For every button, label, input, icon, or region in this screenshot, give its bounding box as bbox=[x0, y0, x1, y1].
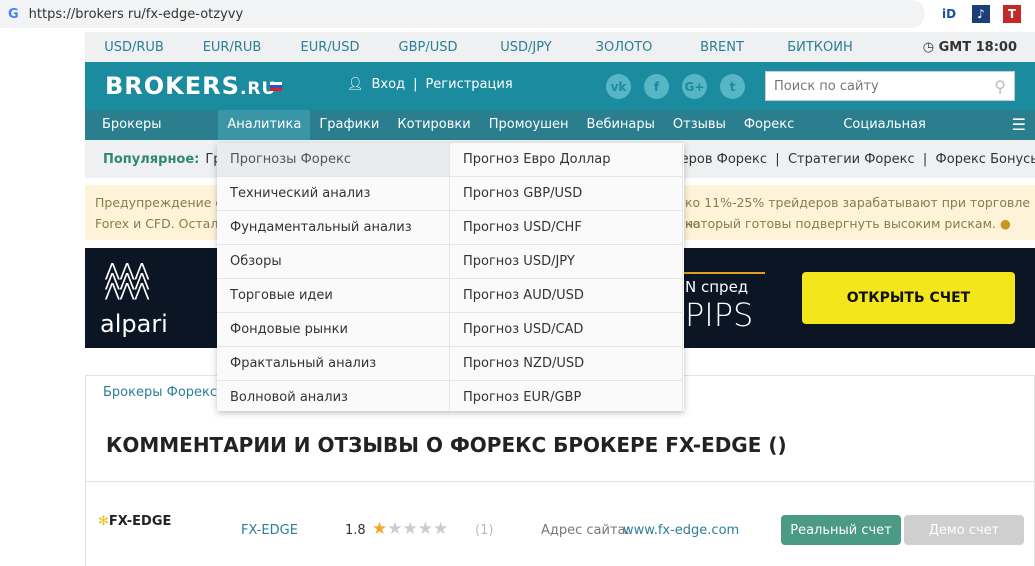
currency-link[interactable]: GBP/USD bbox=[379, 40, 477, 55]
currency-link[interactable]: USD/RUB bbox=[85, 40, 183, 55]
dropdown-column: Прогноз Евро Доллар Прогноз GBP/USD Прог… bbox=[450, 143, 683, 411]
nav-item[interactable]: Форекс Блог bbox=[735, 110, 834, 162]
nav-item[interactable]: Котировки bbox=[388, 110, 479, 140]
google-icon: G bbox=[8, 6, 19, 22]
menu-item[interactable]: Обзоры bbox=[217, 245, 449, 279]
broker-row: ✻FX-EDGE FX-EDGE 1.8 ★★★★★ (1) Адрес сай… bbox=[85, 481, 1035, 566]
site-label: Адрес сайта: bbox=[541, 523, 630, 538]
register-link[interactable]: Регистрация bbox=[425, 77, 512, 92]
vk-icon[interactable]: vk bbox=[606, 74, 631, 99]
currency-bar: USD/RUB EUR/RUB EUR/USD GBP/USD USD/JPY … bbox=[85, 32, 1035, 62]
star-icon: ★ bbox=[402, 519, 418, 539]
nav-item-analytics[interactable]: Аналитика bbox=[218, 110, 311, 140]
menu-item[interactable]: Прогноз EUR/GBP bbox=[450, 381, 682, 411]
menu-item[interactable]: Фундаментальный анализ bbox=[217, 211, 449, 245]
twitter-icon[interactable]: t bbox=[720, 74, 745, 99]
currency-link[interactable]: БИТКОИН bbox=[771, 40, 869, 55]
nav-item[interactable]: Брокеры Форекс bbox=[93, 110, 218, 162]
rating-stars[interactable]: ★★★★★ bbox=[372, 519, 448, 539]
banner-text: PIPS bbox=[685, 296, 754, 334]
menu-item[interactable]: Технический анализ bbox=[217, 177, 449, 211]
broker-logo: ✻FX-EDGE bbox=[98, 514, 172, 529]
banner-text: N спред bbox=[685, 278, 749, 296]
info-icon[interactable]: ● bbox=[1000, 216, 1011, 231]
menu-item[interactable]: Прогноз USD/JPY bbox=[450, 245, 682, 279]
banner-brand: alpari bbox=[100, 310, 168, 338]
nav-item[interactable]: Социальная торговля bbox=[834, 110, 992, 162]
menu-item[interactable]: Прогноз USD/CAD bbox=[450, 313, 682, 347]
search-icon[interactable]: ⚲ bbox=[994, 77, 1006, 96]
nav-item[interactable]: Графики bbox=[310, 110, 388, 140]
clock-icon: ◷ bbox=[922, 39, 939, 55]
dropdown-column: Прогнозы Форекс Технический анализ Фунда… bbox=[217, 143, 450, 411]
menu-item[interactable]: Прогноз GBP/USD bbox=[450, 177, 682, 211]
address-bar[interactable]: Ghttps://brokers ru/fx-edge-otzyvy bbox=[0, 0, 925, 28]
alpari-logo-icon: ⋀⋀⋀ ⋀⋀⋀ ⋀⋀⋀ bbox=[105, 260, 150, 301]
login-link[interactable]: Вход bbox=[372, 77, 406, 92]
menu-item[interactable]: Торговые идеи bbox=[217, 279, 449, 313]
menu-item[interactable]: Фондовые рынки bbox=[217, 313, 449, 347]
facebook-icon[interactable]: f bbox=[644, 74, 669, 99]
menu-item[interactable]: Прогноз USD/CHF bbox=[450, 211, 682, 245]
menu-item[interactable]: Волновой анализ bbox=[217, 381, 449, 411]
main-nav: Брокеры Форекс Аналитика Графики Котиров… bbox=[85, 110, 1035, 162]
language-flag-icon[interactable] bbox=[270, 82, 282, 91]
currency-link[interactable]: ЗОЛОТО bbox=[575, 40, 673, 55]
gmt-time: ◷ GMT 18:00 bbox=[922, 39, 1017, 55]
search-input[interactable]: Поиск по сайту ⚲ bbox=[765, 71, 1015, 101]
google-plus-icon[interactable]: G+ bbox=[682, 74, 707, 99]
auth-links: 👤︎ Вход | Регистрация bbox=[347, 77, 513, 92]
nav-item[interactable]: Вебинары bbox=[578, 110, 664, 140]
star-icon: ★ bbox=[433, 519, 449, 539]
currency-link[interactable]: USD/JPY bbox=[477, 40, 575, 55]
menu-item[interactable]: Фрактальный анализ bbox=[217, 347, 449, 381]
real-account-button[interactable]: Реальный счет bbox=[781, 515, 901, 545]
url-text: https://brokers ru/fx-edge-otzyvy bbox=[28, 6, 244, 22]
menu-item[interactable]: Прогнозы Форекс bbox=[217, 143, 449, 177]
demo-account-button[interactable]: Демо счет bbox=[904, 515, 1024, 545]
broker-name-link[interactable]: FX-EDGE bbox=[241, 523, 298, 538]
extension-icon[interactable]: iD bbox=[940, 5, 958, 23]
menu-item[interactable]: Прогноз AUD/USD bbox=[450, 279, 682, 313]
star-icon: ★ bbox=[417, 519, 433, 539]
rating-value: 1.8 bbox=[345, 523, 366, 538]
menu-icon[interactable]: ☰ bbox=[1003, 110, 1035, 140]
votes-count: (1) bbox=[475, 523, 494, 538]
extension-icon[interactable]: T bbox=[1003, 5, 1021, 23]
currency-link[interactable]: EUR/RUB bbox=[183, 40, 281, 55]
star-icon: ★ bbox=[372, 519, 388, 539]
site-header: BROKERS.RU 👤︎ Вход | Регистрация vk f G+ t … bbox=[85, 62, 1035, 110]
open-account-button[interactable]: ОТКРЫТЬ СЧЕТ bbox=[802, 272, 1015, 324]
site-logo[interactable]: BROKERS.RU bbox=[105, 72, 276, 100]
nav-item[interactable]: Промоушен bbox=[480, 110, 578, 140]
currency-link[interactable]: EUR/USD bbox=[281, 40, 379, 55]
extension-icon[interactable]: ♪ bbox=[972, 5, 990, 23]
page-title: КОММЕНТАРИИ И ОТЗЫВЫ О ФОРЕКС БРОКЕРЕ FX… bbox=[85, 411, 1035, 481]
currency-link[interactable]: BRENT bbox=[673, 40, 771, 55]
menu-item[interactable]: Прогноз NZD/USD bbox=[450, 347, 682, 381]
user-icon: 👤︎ bbox=[347, 77, 364, 92]
analytics-dropdown: Прогнозы Форекс Технический анализ Фунда… bbox=[217, 143, 684, 411]
site-link[interactable]: www.fx-edge.com bbox=[623, 523, 739, 538]
nav-item[interactable]: Отзывы bbox=[664, 110, 735, 140]
menu-item[interactable]: Прогноз Евро Доллар bbox=[450, 143, 682, 177]
star-icon: ★ bbox=[387, 519, 403, 539]
